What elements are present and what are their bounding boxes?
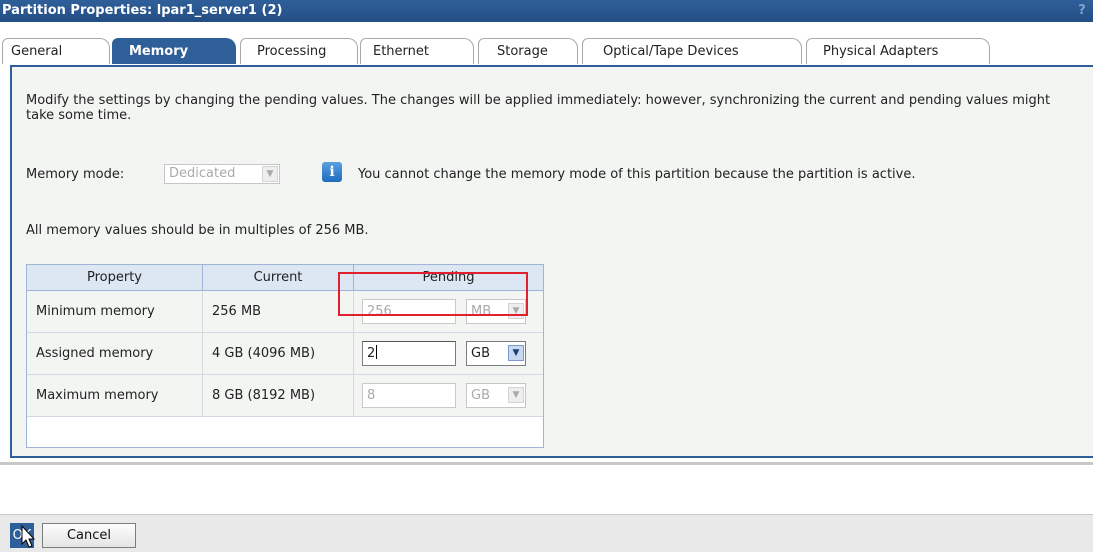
chevron-down-icon: ▼ bbox=[508, 387, 524, 403]
memory-mode-info: You cannot change the memory mode of thi… bbox=[358, 167, 916, 182]
property-cell: Assigned memory bbox=[27, 333, 203, 374]
tab-physical-adapters[interactable]: Physical Adapters bbox=[806, 38, 990, 64]
table-row: Assigned memory 4 GB (4096 MB) 2 GB ▼ bbox=[27, 333, 543, 375]
highlight-box bbox=[338, 272, 528, 316]
table-row: Maximum memory 8 GB (8192 MB) 8 GB ▼ bbox=[27, 375, 543, 417]
current-cell: 4 GB (4096 MB) bbox=[203, 333, 354, 374]
text-caret bbox=[376, 345, 378, 359]
maximum-memory-input: 8 bbox=[362, 383, 456, 408]
tab-ethernet[interactable]: Ethernet bbox=[360, 38, 474, 64]
info-icon: i bbox=[322, 162, 342, 182]
tab-memory[interactable]: Memory bbox=[112, 38, 236, 64]
current-cell: 256 MB bbox=[203, 291, 354, 332]
mouse-cursor-icon bbox=[21, 525, 36, 548]
tab-strip: General Memory Processing Ethernet Stora… bbox=[0, 22, 1093, 66]
tab-optical-tape-devices[interactable]: Optical/Tape Devices bbox=[582, 38, 802, 64]
chevron-down-icon: ▼ bbox=[508, 345, 524, 361]
memory-description: Modify the settings by changing the pend… bbox=[26, 93, 1051, 123]
multiples-note: All memory values should be in multiples… bbox=[26, 223, 369, 238]
help-icon[interactable]: ? bbox=[1075, 3, 1089, 19]
tab-processing[interactable]: Processing bbox=[240, 38, 358, 64]
memory-mode-label: Memory mode: bbox=[26, 167, 125, 182]
memory-mode-select: Dedicated ▼ bbox=[164, 164, 280, 184]
current-cell: 8 GB (8192 MB) bbox=[203, 375, 354, 416]
assigned-memory-input[interactable]: 2 bbox=[362, 341, 456, 366]
property-cell: Maximum memory bbox=[27, 375, 203, 416]
unit-value: GB bbox=[471, 388, 490, 403]
memory-mode-value: Dedicated bbox=[169, 166, 236, 181]
unit-value: GB bbox=[471, 346, 490, 361]
header-property: Property bbox=[27, 265, 203, 291]
property-cell: Minimum memory bbox=[27, 291, 203, 332]
memory-panel: Modify the settings by changing the pend… bbox=[10, 65, 1093, 458]
header-current: Current bbox=[203, 265, 354, 291]
cancel-button[interactable]: Cancel bbox=[42, 523, 136, 548]
assigned-memory-value: 2 bbox=[367, 346, 376, 361]
dialog-footer: OK Cancel bbox=[0, 514, 1093, 552]
divider bbox=[0, 462, 1093, 465]
assigned-memory-unit-select[interactable]: GB ▼ bbox=[466, 341, 526, 366]
chevron-down-icon: ▼ bbox=[262, 166, 278, 182]
maximum-memory-unit-select: GB ▼ bbox=[466, 383, 526, 408]
tab-general[interactable]: General bbox=[2, 38, 110, 64]
window-title: Partition Properties: lpar1_server1 (2) bbox=[2, 3, 283, 18]
tab-storage[interactable]: Storage bbox=[478, 38, 578, 64]
window-titlebar: Partition Properties: lpar1_server1 (2) … bbox=[0, 0, 1093, 22]
